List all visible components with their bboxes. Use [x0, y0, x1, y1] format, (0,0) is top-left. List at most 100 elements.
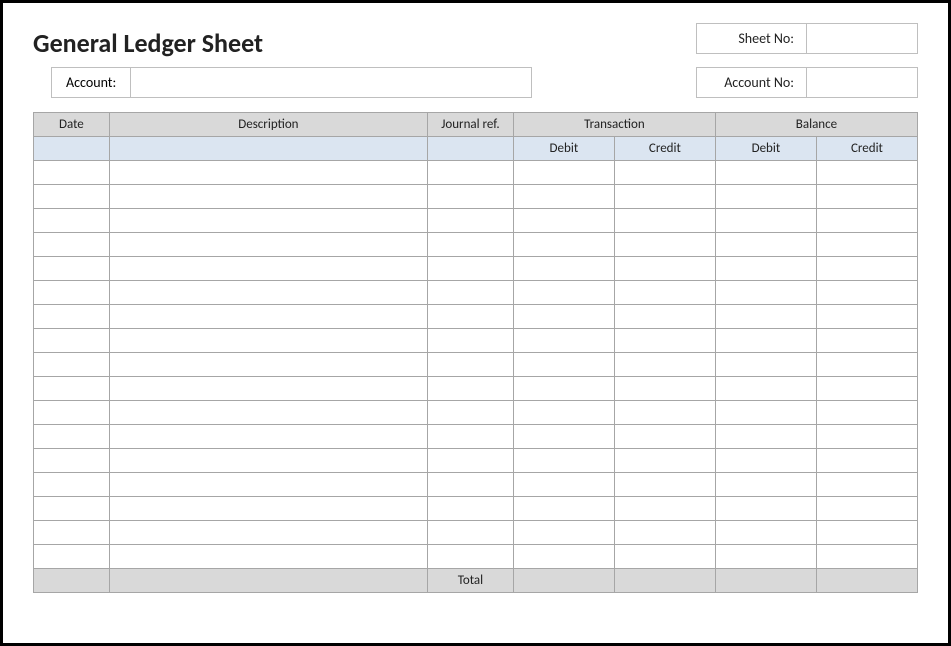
- table-cell[interactable]: [816, 305, 917, 329]
- table-cell[interactable]: [428, 497, 514, 521]
- table-cell[interactable]: [34, 473, 110, 497]
- table-cell[interactable]: [715, 521, 816, 545]
- table-cell[interactable]: [816, 257, 917, 281]
- table-cell[interactable]: [816, 473, 917, 497]
- table-cell[interactable]: [428, 425, 514, 449]
- table-cell[interactable]: [715, 329, 816, 353]
- table-cell[interactable]: [513, 377, 614, 401]
- table-cell[interactable]: [109, 449, 427, 473]
- table-cell[interactable]: [513, 545, 614, 569]
- table-cell[interactable]: [715, 425, 816, 449]
- table-cell[interactable]: [816, 425, 917, 449]
- table-cell[interactable]: [715, 233, 816, 257]
- table-cell[interactable]: [109, 545, 427, 569]
- table-cell[interactable]: [715, 161, 816, 185]
- table-cell[interactable]: [715, 185, 816, 209]
- table-cell[interactable]: [428, 329, 514, 353]
- table-cell[interactable]: [816, 233, 917, 257]
- table-cell[interactable]: [513, 233, 614, 257]
- table-cell[interactable]: [614, 449, 715, 473]
- table-cell[interactable]: [513, 353, 614, 377]
- table-cell[interactable]: [816, 521, 917, 545]
- table-cell[interactable]: [614, 353, 715, 377]
- table-cell[interactable]: [34, 545, 110, 569]
- table-cell[interactable]: [513, 497, 614, 521]
- table-cell[interactable]: [109, 497, 427, 521]
- table-cell[interactable]: [428, 521, 514, 545]
- table-cell[interactable]: [816, 377, 917, 401]
- table-cell[interactable]: [34, 185, 110, 209]
- table-cell[interactable]: [109, 185, 427, 209]
- table-cell[interactable]: [109, 281, 427, 305]
- table-cell[interactable]: [109, 209, 427, 233]
- table-cell[interactable]: [109, 233, 427, 257]
- table-cell[interactable]: [715, 209, 816, 233]
- account-value[interactable]: [131, 68, 531, 97]
- table-cell[interactable]: [109, 257, 427, 281]
- table-cell[interactable]: [816, 545, 917, 569]
- table-cell[interactable]: [34, 449, 110, 473]
- table-cell[interactable]: [513, 401, 614, 425]
- table-cell[interactable]: [109, 161, 427, 185]
- table-cell[interactable]: [614, 161, 715, 185]
- table-cell[interactable]: [715, 281, 816, 305]
- table-cell[interactable]: [816, 353, 917, 377]
- table-cell[interactable]: [816, 329, 917, 353]
- table-cell[interactable]: [34, 377, 110, 401]
- table-cell[interactable]: [715, 401, 816, 425]
- table-cell[interactable]: [513, 185, 614, 209]
- table-cell[interactable]: [816, 401, 917, 425]
- table-cell[interactable]: [816, 449, 917, 473]
- table-cell[interactable]: [715, 353, 816, 377]
- table-cell[interactable]: [428, 257, 514, 281]
- table-cell[interactable]: [513, 329, 614, 353]
- table-cell[interactable]: [614, 545, 715, 569]
- table-cell[interactable]: [428, 353, 514, 377]
- table-cell[interactable]: [34, 353, 110, 377]
- table-cell[interactable]: [614, 329, 715, 353]
- account-no-value[interactable]: [807, 68, 917, 97]
- table-cell[interactable]: [428, 401, 514, 425]
- table-cell[interactable]: [34, 329, 110, 353]
- table-cell[interactable]: [513, 209, 614, 233]
- table-cell[interactable]: [109, 377, 427, 401]
- table-cell[interactable]: [614, 473, 715, 497]
- table-cell[interactable]: [109, 329, 427, 353]
- table-cell[interactable]: [34, 425, 110, 449]
- table-cell[interactable]: [109, 305, 427, 329]
- table-cell[interactable]: [513, 425, 614, 449]
- table-cell[interactable]: [34, 233, 110, 257]
- table-cell[interactable]: [513, 161, 614, 185]
- table-cell[interactable]: [34, 521, 110, 545]
- table-cell[interactable]: [34, 257, 110, 281]
- table-cell[interactable]: [715, 449, 816, 473]
- table-cell[interactable]: [428, 473, 514, 497]
- table-cell[interactable]: [34, 209, 110, 233]
- table-cell[interactable]: [34, 305, 110, 329]
- table-cell[interactable]: [428, 233, 514, 257]
- table-cell[interactable]: [614, 377, 715, 401]
- table-cell[interactable]: [109, 473, 427, 497]
- table-cell[interactable]: [614, 281, 715, 305]
- table-cell[interactable]: [816, 281, 917, 305]
- table-cell[interactable]: [513, 257, 614, 281]
- table-cell[interactable]: [34, 497, 110, 521]
- table-cell[interactable]: [428, 449, 514, 473]
- table-cell[interactable]: [513, 281, 614, 305]
- table-cell[interactable]: [816, 209, 917, 233]
- table-cell[interactable]: [715, 305, 816, 329]
- table-cell[interactable]: [109, 425, 427, 449]
- table-cell[interactable]: [715, 377, 816, 401]
- table-cell[interactable]: [715, 545, 816, 569]
- table-cell[interactable]: [428, 209, 514, 233]
- table-cell[interactable]: [816, 161, 917, 185]
- table-cell[interactable]: [428, 281, 514, 305]
- table-cell[interactable]: [34, 161, 110, 185]
- table-cell[interactable]: [715, 473, 816, 497]
- table-cell[interactable]: [614, 209, 715, 233]
- table-cell[interactable]: [428, 185, 514, 209]
- table-cell[interactable]: [34, 281, 110, 305]
- table-cell[interactable]: [614, 521, 715, 545]
- table-cell[interactable]: [614, 497, 715, 521]
- table-cell[interactable]: [816, 185, 917, 209]
